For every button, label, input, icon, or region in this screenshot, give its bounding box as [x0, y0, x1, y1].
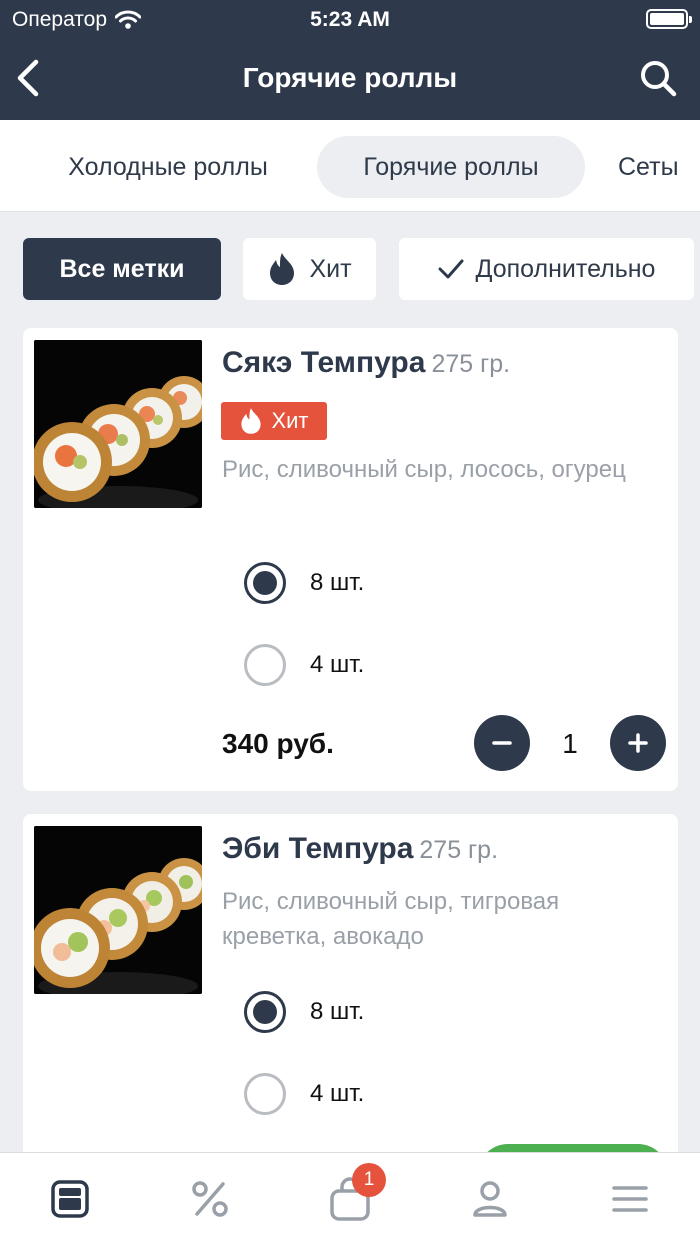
top-bar: Оператор 5:23 AM Горячие роллы — [0, 0, 700, 120]
checkmark-icon — [438, 259, 464, 279]
tab-sets[interactable]: Сеты — [600, 136, 700, 198]
radio-unselected[interactable] — [244, 644, 286, 686]
tab-cart[interactable]: 1 — [328, 1163, 386, 1221]
product-title: Сякэ Темпура — [222, 346, 426, 379]
product-description: Рис, сливочный сыр, тигровая креветка, а… — [222, 888, 560, 950]
product-image[interactable] — [34, 826, 202, 994]
category-tabs: Холодные роллы Горячие роллы Сеты — [0, 120, 700, 212]
product-name: Эби Темпура 275 гр. — [222, 832, 498, 866]
tab-hot-rolls[interactable]: Горячие роллы — [317, 136, 585, 198]
product-title: Эби Темпура — [222, 832, 414, 865]
radio-unselected[interactable] — [244, 1073, 286, 1115]
search-icon[interactable] — [638, 58, 678, 98]
filter-more-label: Дополнительно — [475, 254, 656, 283]
page-title: Горячие роллы — [242, 62, 458, 93]
tab-more[interactable] — [608, 1177, 652, 1221]
tab-menu[interactable] — [48, 1177, 92, 1221]
plus-icon — [628, 733, 648, 753]
cart-count-badge: 1 — [352, 1163, 386, 1197]
product-card: Сякэ Темпура 275 гр. Хит Рис, сливочный с… — [23, 328, 678, 791]
bottom-tab-bar: 1 — [0, 1152, 700, 1244]
size-option-label: 4 шт. — [310, 651, 365, 678]
filter-hit-button[interactable]: Хит — [243, 238, 376, 300]
filter-hit-label: Хит — [309, 254, 352, 283]
tab-profile[interactable] — [468, 1177, 512, 1221]
status-bar: Оператор 5:23 AM — [0, 0, 700, 40]
filter-more-button[interactable]: Дополнительно — [399, 238, 694, 300]
tab-cold-rolls[interactable]: Холодные роллы — [33, 136, 303, 198]
size-option-label: 4 шт. — [310, 1080, 365, 1107]
menu-icon — [51, 1180, 89, 1218]
product-description: Рис, сливочный сыр, лосось, огурец — [222, 456, 626, 483]
size-option-8[interactable]: 8 шт. — [244, 561, 364, 605]
size-option-4[interactable]: 4 шт. — [244, 643, 364, 687]
flame-icon — [270, 253, 295, 285]
nav-bar: Горячие роллы — [0, 40, 700, 120]
product-weight: 275 гр. — [419, 836, 499, 864]
minus-icon — [492, 741, 512, 745]
size-option-4[interactable]: 4 шт. — [244, 1072, 364, 1116]
product-image[interactable] — [34, 340, 202, 508]
sushi-roll-image — [34, 826, 202, 994]
size-option-8[interactable]: 8 шт. — [244, 990, 364, 1034]
quantity-value: 1 — [562, 728, 578, 759]
hit-badge: Хит — [221, 402, 327, 440]
increase-quantity-button[interactable] — [610, 715, 666, 771]
product-weight: 275 гр. — [431, 350, 511, 378]
percent-icon — [192, 1181, 228, 1217]
product-price: 340 руб. — [222, 728, 334, 759]
filter-all-tags-button[interactable]: Все метки — [23, 238, 221, 300]
tab-promotions[interactable] — [188, 1177, 232, 1221]
decrease-quantity-button[interactable] — [474, 715, 530, 771]
size-option-label: 8 шт. — [310, 998, 365, 1025]
radio-selected[interactable] — [244, 991, 286, 1033]
battery-icon — [646, 9, 692, 29]
sushi-roll-image — [34, 340, 202, 508]
radio-selected[interactable] — [244, 562, 286, 604]
flame-icon — [241, 408, 262, 434]
hamburger-icon — [612, 1186, 648, 1212]
hit-badge-label: Хит — [271, 408, 309, 433]
profile-icon — [473, 1181, 507, 1217]
size-option-label: 8 шт. — [310, 569, 365, 596]
product-name: Сякэ Темпура 275 гр. — [222, 346, 510, 380]
status-time: 5:23 AM — [310, 8, 390, 31]
